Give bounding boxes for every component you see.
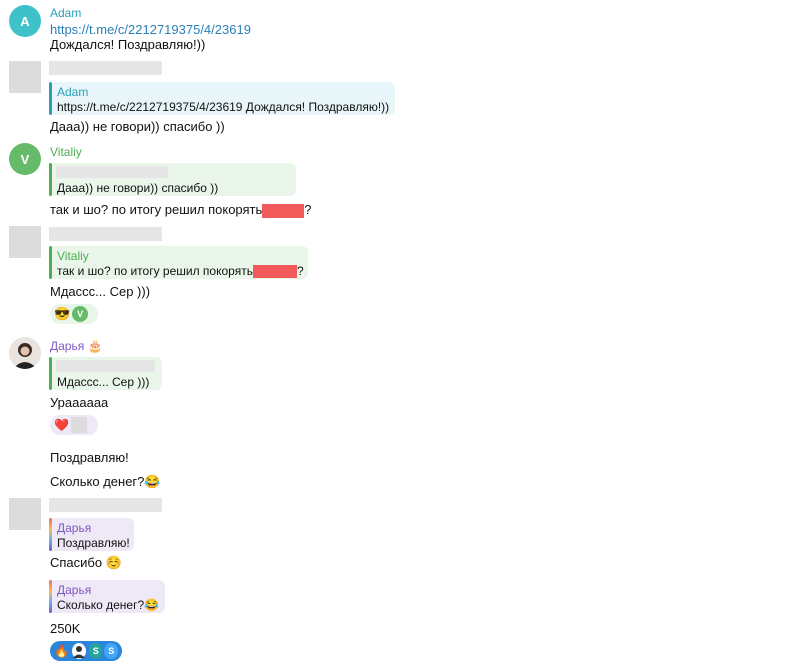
hidden-sender-name xyxy=(49,227,162,241)
message-link[interactable]: https://t.me/c/2212719375/4/23619 xyxy=(50,22,251,37)
quote-bar xyxy=(49,518,52,551)
message-text: так и шо? по итогу решил покорять? xyxy=(50,202,312,218)
message-text: Сколько денег?😂 xyxy=(50,474,161,489)
message-text: Поздравляю! xyxy=(50,450,129,465)
sender-name-text: Дарья xyxy=(50,339,85,353)
sender-name-vitaliy[interactable]: Vitaliy xyxy=(50,145,82,159)
quote-bar xyxy=(49,163,52,196)
quote-sender: Дарья xyxy=(57,521,92,535)
reply-quote[interactable]: Мдассс... Сер ))) xyxy=(49,357,162,390)
reply-quote[interactable]: Adam https://t.me/c/2212719375/4/23619 Д… xyxy=(49,82,395,115)
avatar-hidden[interactable] xyxy=(9,498,41,530)
avatar-darya[interactable] xyxy=(9,337,41,369)
hidden-quote-sender xyxy=(56,360,155,372)
reply-quote[interactable]: Vitaliy так и шо? по итогу решил покорят… xyxy=(49,246,308,279)
hidden-quote-sender xyxy=(56,166,168,178)
message-text: Спасибо ☺️ xyxy=(50,555,122,570)
quote-bar xyxy=(49,246,52,279)
quote-bar xyxy=(49,357,52,390)
quote-text: Сколько денег?😂 xyxy=(57,598,160,612)
message-text-part: так и шо? по итогу решил покорять xyxy=(50,202,263,217)
redacted-block xyxy=(252,265,297,279)
quote-text: Мдассс... Сер ))) xyxy=(57,375,150,389)
reply-quote[interactable]: Дарья Сколько денег?😂 xyxy=(49,580,165,613)
heart-emoji-icon: ❤️ xyxy=(54,418,69,432)
quote-text: Дааа)) не говори)) спасибо )) xyxy=(57,181,219,195)
message-text: Дождался! Поздравляю!)) xyxy=(50,37,206,52)
reply-quote[interactable]: Дарья Поздравляю! xyxy=(49,518,134,551)
message-text: Мдассс... Сер ))) xyxy=(50,284,151,299)
reactor-avatar-s2: S xyxy=(104,643,118,659)
reply-quote[interactable]: Дааа)) не говори)) спасибо )) xyxy=(49,163,296,196)
reaction-chip[interactable]: 🔥 S S xyxy=(50,641,122,661)
quote-sender: Дарья xyxy=(57,583,92,597)
quote-sender: Adam xyxy=(57,85,89,99)
sunglasses-emoji-icon: 😎 xyxy=(54,306,71,321)
portrait-icon xyxy=(9,337,41,369)
fire-emoji-icon: 🔥 xyxy=(54,644,69,658)
message-text: Ураааааа xyxy=(50,395,109,410)
reactor-avatar-v: V xyxy=(72,306,89,322)
quote-sender: Vitaliy xyxy=(57,249,89,263)
sender-name-adam[interactable]: Adam xyxy=(50,6,81,20)
redacted-block xyxy=(262,203,305,218)
reactor-avatar-s1: S xyxy=(88,643,103,659)
reactor-avatar-hidden xyxy=(70,417,87,433)
hidden-sender-name xyxy=(49,61,162,75)
message-text-end: ? xyxy=(304,202,312,217)
quote-bar xyxy=(49,82,52,115)
quote-text-end: ? xyxy=(296,264,304,278)
portrait-icon xyxy=(72,646,85,658)
quote-text-part: так и шо? по итогу решил покорять xyxy=(57,264,253,278)
quote-text: так и шо? по итогу решил покорять? xyxy=(57,264,304,279)
message-text: 250K xyxy=(50,621,81,636)
avatar-hidden[interactable] xyxy=(9,61,41,93)
message-text: Дааа)) не говори)) спасибо )) xyxy=(50,119,225,134)
quote-bar xyxy=(49,580,52,613)
avatar-hidden[interactable] xyxy=(9,226,41,258)
sender-name-darya[interactable]: Дарья 🎂 xyxy=(50,339,103,353)
reaction-chip[interactable]: ❤️ xyxy=(50,415,98,435)
hidden-sender-name xyxy=(49,498,162,512)
reaction-chip[interactable]: 😎 V xyxy=(50,304,98,324)
avatar-vitaliy[interactable]: V xyxy=(9,143,41,175)
quote-text: Поздравляю! xyxy=(57,536,130,550)
quote-text: https://t.me/c/2212719375/4/23619 Дождал… xyxy=(57,100,390,114)
avatar-adam[interactable]: A xyxy=(9,5,41,37)
cake-badge-icon: 🎂 xyxy=(87,339,103,353)
reactor-avatar-photo xyxy=(70,642,87,660)
